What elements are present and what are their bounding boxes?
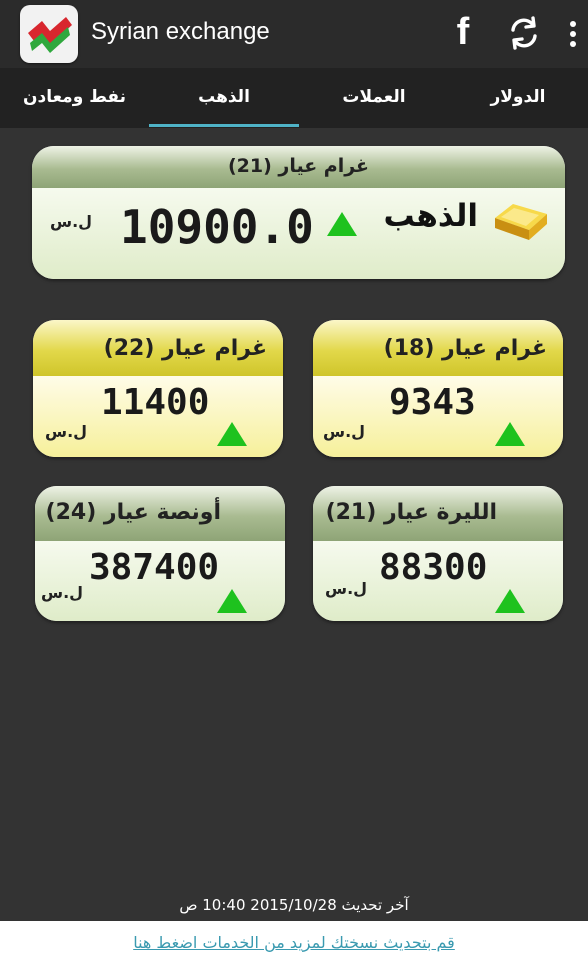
currency-unit: ل.س xyxy=(323,422,366,441)
card-title: غرام عيار (21) xyxy=(32,146,565,188)
tab-active-indicator xyxy=(149,124,299,127)
currency-unit: ل.س xyxy=(45,422,88,441)
price-value: 11400 xyxy=(101,382,210,423)
card-body: الذهب 10900.0 ل.س xyxy=(32,188,565,279)
footer-bar: قم بتحديث نسختك لمزيد من الخدمات اضغط هن… xyxy=(0,921,588,960)
lira-21-card[interactable]: الليرة عيار (21) 88300 ل.س xyxy=(313,486,563,621)
gold-22-card[interactable]: غرام عيار (22) 11400 ل.س xyxy=(33,320,283,457)
up-triangle-icon xyxy=(495,422,525,446)
update-app-link[interactable]: قم بتحديث نسختك لمزيد من الخدمات اضغط هن… xyxy=(0,933,588,952)
card-body: 387400 ل.س xyxy=(35,541,285,621)
up-triangle-icon xyxy=(217,589,247,613)
gold-21-card[interactable]: غرام عيار (21) الذهب 10900.0 ل.س xyxy=(32,146,565,279)
facebook-icon[interactable]: f xyxy=(450,12,476,52)
card-body: 88300 ل.س xyxy=(313,541,563,621)
currency-unit: ل.س xyxy=(50,212,93,231)
currency-unit: ل.س xyxy=(41,583,84,602)
price-value: 10900.0 xyxy=(120,200,314,254)
price-value: 9343 xyxy=(389,382,476,423)
price-value: 88300 xyxy=(379,547,488,588)
card-body: 9343 ل.س xyxy=(313,376,563,457)
tab-currencies[interactable]: العملات xyxy=(300,68,448,128)
tab-oil-metals[interactable]: نفط ومعادن xyxy=(0,68,149,128)
card-title: أونصة عيار (24) xyxy=(35,486,285,541)
up-triangle-icon xyxy=(217,422,247,446)
tab-dollar[interactable]: الدولار xyxy=(448,68,588,128)
more-vert-icon[interactable] xyxy=(566,18,580,50)
gold-bar-icon xyxy=(491,198,551,244)
card-body: 11400 ل.س xyxy=(33,376,283,457)
price-value: 387400 xyxy=(89,547,220,588)
up-triangle-icon xyxy=(495,589,525,613)
tab-gold[interactable]: الذهب xyxy=(149,68,299,128)
metal-name: الذهب xyxy=(383,198,478,234)
app-title: Syrian exchange xyxy=(91,18,270,45)
app-bar: Syrian exchange f xyxy=(0,0,588,68)
app-logo-icon xyxy=(20,5,78,63)
currency-unit: ل.س xyxy=(325,579,368,598)
gold-18-card[interactable]: غرام عيار (18) 9343 ل.س xyxy=(313,320,563,457)
last-update-text: آخر تحديث 2015/10/28 10:40 ص xyxy=(179,896,409,914)
up-triangle-icon xyxy=(327,212,357,236)
refresh-icon[interactable] xyxy=(506,15,542,51)
card-title: غرام عيار (22) xyxy=(33,320,283,376)
card-title: الليرة عيار (21) xyxy=(313,486,563,541)
tab-bar: الدولار العملات الذهب نفط ومعادن xyxy=(0,68,588,128)
card-title: غرام عيار (18) xyxy=(313,320,563,376)
ounce-24-card[interactable]: أونصة عيار (24) 387400 ل.س xyxy=(35,486,285,621)
